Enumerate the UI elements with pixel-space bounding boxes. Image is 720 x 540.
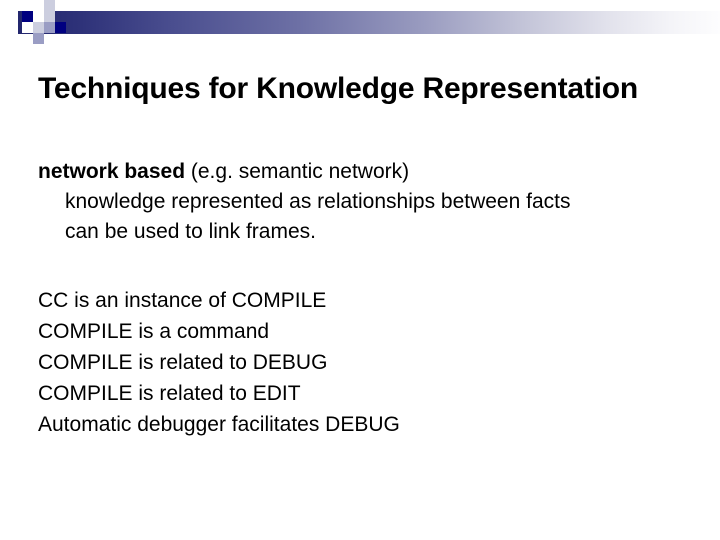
decorative-square-white: [33, 11, 44, 22]
technique-intro-line: network based (e.g. semantic network): [38, 157, 698, 187]
decorative-square-light: [44, 0, 55, 11]
decorative-square-mid: [33, 33, 44, 44]
decorative-square-light: [44, 11, 55, 22]
knowledge-technique-section: network based (e.g. semantic network) kn…: [38, 157, 698, 247]
slide-title: Techniques for Knowledge Representation: [38, 72, 639, 105]
decorative-square-dark: [22, 11, 33, 22]
technique-name: network based: [38, 160, 186, 183]
fact-line: COMPILE is a command: [38, 320, 270, 343]
decorative-square-white: [22, 22, 33, 33]
decorative-square-dark: [55, 22, 66, 33]
fact-line: CC is an instance of COMPILE: [38, 289, 327, 312]
technique-detail-line: knowledge represented as relationships b…: [65, 190, 571, 213]
decorative-square-mid: [44, 22, 55, 33]
decorative-square-light: [33, 22, 44, 33]
semantic-network-facts: CC is an instance of COMPILE COMPILE is …: [38, 285, 698, 440]
fact-line: COMPILE is related to DEBUG: [38, 351, 328, 374]
slide-header-decoration: [0, 0, 720, 50]
fact-line: COMPILE is related to EDIT: [38, 382, 301, 405]
fact-line: Automatic debugger facilitates DEBUG: [38, 413, 400, 436]
technique-example: (e.g. semantic network): [185, 160, 410, 183]
gradient-bar: [18, 11, 720, 34]
technique-detail-line: can be used to link frames.: [65, 220, 316, 243]
